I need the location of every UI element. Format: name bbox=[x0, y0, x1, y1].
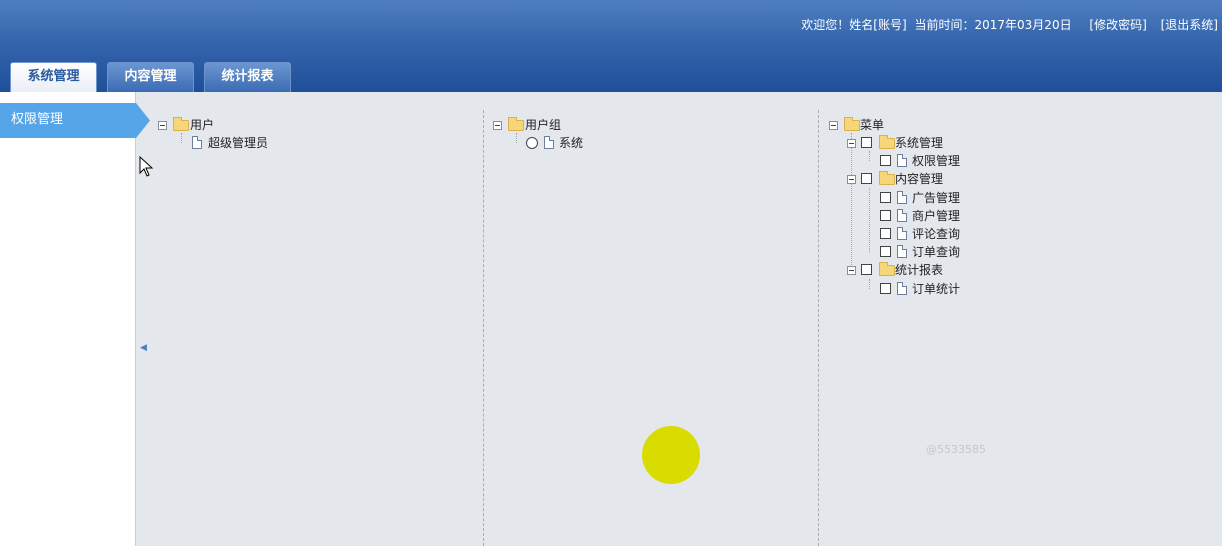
tree-node-label[interactable]: 商户管理 bbox=[912, 207, 960, 225]
sidebar: 权限管理 bbox=[0, 92, 150, 546]
folder-icon bbox=[173, 117, 189, 131]
collapse-icon[interactable] bbox=[829, 121, 838, 130]
tree-line bbox=[851, 133, 852, 273]
click-indicator bbox=[642, 426, 700, 484]
tree-node-label[interactable]: 用户组 bbox=[525, 116, 561, 134]
tab-content-management[interactable]: 内容管理 bbox=[107, 62, 194, 92]
tree-line bbox=[516, 133, 517, 143]
tree-node-label[interactable]: 内容管理 bbox=[895, 170, 943, 188]
tree-line bbox=[869, 151, 870, 161]
tree-line bbox=[181, 133, 182, 143]
column-divider bbox=[483, 110, 484, 546]
current-time: 当前时间：2017年03月20日 bbox=[914, 18, 1072, 32]
tree-node-label[interactable]: 评论查询 bbox=[912, 225, 960, 243]
user-info-bar: 欢迎您！姓名[账号] 当前时间：2017年03月20日 [修改密码] [退出系统… bbox=[801, 16, 1222, 33]
menu-checkbox[interactable] bbox=[861, 264, 872, 275]
menu-checkbox[interactable] bbox=[880, 228, 891, 239]
tree-node-label[interactable]: 系统 bbox=[559, 134, 583, 152]
collapse-icon[interactable] bbox=[847, 266, 856, 275]
folder-icon bbox=[844, 117, 860, 131]
collapse-icon[interactable] bbox=[847, 139, 856, 148]
tree-node-label[interactable]: 统计报表 bbox=[895, 261, 943, 279]
menu-checkbox[interactable] bbox=[880, 246, 891, 257]
document-icon bbox=[544, 136, 554, 149]
document-icon bbox=[192, 136, 202, 149]
tree-node-label[interactable]: 订单统计 bbox=[912, 280, 960, 298]
tree-node-label[interactable]: 订单查询 bbox=[912, 243, 960, 261]
document-icon bbox=[897, 191, 907, 204]
tree-line bbox=[869, 188, 870, 253]
document-icon bbox=[897, 209, 907, 222]
document-icon bbox=[897, 282, 907, 295]
column-divider bbox=[818, 110, 819, 546]
sidebar-item-permission-management[interactable]: 权限管理 bbox=[0, 103, 150, 138]
group-radio[interactable] bbox=[526, 137, 538, 149]
folder-icon bbox=[879, 262, 895, 276]
document-icon bbox=[897, 245, 907, 258]
top-header: 欢迎您！姓名[账号] 当前时间：2017年03月20日 [修改密码] [退出系统… bbox=[0, 0, 1222, 92]
folder-icon bbox=[879, 171, 895, 185]
tree-node-label[interactable]: 权限管理 bbox=[912, 152, 960, 170]
tab-system-management[interactable]: 系统管理 bbox=[10, 62, 97, 92]
collapse-icon[interactable] bbox=[158, 121, 167, 130]
document-icon bbox=[897, 154, 907, 167]
menu-checkbox[interactable] bbox=[880, 192, 891, 203]
folder-icon bbox=[508, 117, 524, 131]
tree-node-label[interactable]: 菜单 bbox=[860, 116, 884, 134]
tree-line bbox=[869, 279, 870, 289]
logout-link[interactable]: [退出系统] bbox=[1161, 18, 1218, 32]
watermark: @5533585 bbox=[926, 443, 986, 456]
menu-checkbox[interactable] bbox=[880, 210, 891, 221]
tree-node-label[interactable]: 系统管理 bbox=[895, 134, 943, 152]
menu-checkbox[interactable] bbox=[861, 173, 872, 184]
menu-checkbox[interactable] bbox=[880, 155, 891, 166]
menu-checkbox[interactable] bbox=[880, 283, 891, 294]
menu-checkbox[interactable] bbox=[861, 137, 872, 148]
document-icon bbox=[897, 227, 907, 240]
tree-node-label[interactable]: 广告管理 bbox=[912, 189, 960, 207]
collapse-icon[interactable] bbox=[847, 175, 856, 184]
change-password-link[interactable]: [修改密码] bbox=[1089, 18, 1146, 32]
folder-icon bbox=[879, 135, 895, 149]
tree-node-label[interactable]: 超级管理员 bbox=[208, 134, 268, 152]
tab-statistics-report[interactable]: 统计报表 bbox=[204, 62, 291, 92]
tree-node-label[interactable]: 用户 bbox=[190, 116, 214, 134]
welcome-text: 欢迎您！姓名[账号] bbox=[801, 18, 907, 32]
mouse-cursor-icon bbox=[139, 155, 155, 181]
collapse-sidebar-icon[interactable]: ◀ bbox=[140, 343, 147, 353]
collapse-icon[interactable] bbox=[493, 121, 502, 130]
